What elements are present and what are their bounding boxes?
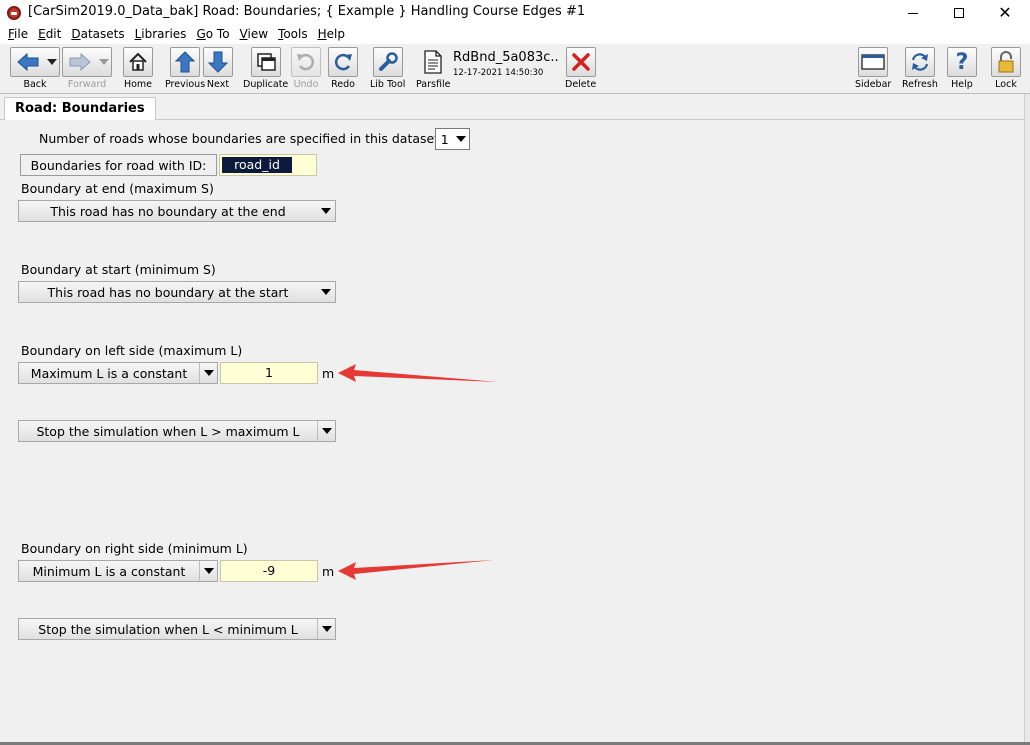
- back-arrow-icon: [11, 52, 45, 72]
- road-id-button[interactable]: Boundaries for road with ID:: [20, 154, 217, 176]
- boundary-left-label: Boundary on left side (maximum L): [21, 343, 243, 358]
- menu-view[interactable]: View: [235, 26, 273, 44]
- max-l-input[interactable]: 1: [220, 362, 318, 384]
- right-mode-select[interactable]: Minimum L is a constant: [18, 560, 218, 582]
- previous-button[interactable]: Previous: [165, 47, 205, 92]
- boundary-right-label: Boundary on right side (minimum L): [21, 541, 248, 556]
- tab-road-boundaries[interactable]: Road: Boundaries: [4, 97, 156, 121]
- maximize-button[interactable]: [936, 0, 982, 26]
- menu-file[interactable]: File: [3, 26, 33, 44]
- max-l-unit: m: [322, 366, 335, 381]
- parsfile-button[interactable]: Parsfile: [416, 47, 450, 92]
- arrow-down-icon: [203, 47, 233, 77]
- duplicate-icon: [250, 47, 281, 77]
- maximize-icon: [954, 8, 964, 18]
- forward-arrow-icon: [63, 52, 97, 72]
- boundary-end-select[interactable]: This road has no boundary at the end: [18, 200, 336, 222]
- boundary-start-label: Boundary at start (minimum S): [21, 262, 216, 277]
- chevron-down-icon: [317, 201, 335, 221]
- chevron-down-icon: [199, 561, 217, 581]
- min-l-input[interactable]: -9: [220, 560, 318, 582]
- carsim-app-icon: [7, 6, 21, 20]
- undo-button[interactable]: Undo: [291, 47, 321, 92]
- padlock-icon: [991, 47, 1021, 77]
- minimize-button[interactable]: [890, 0, 936, 26]
- left-mode-select[interactable]: Maximum L is a constant: [18, 362, 218, 384]
- menu-help[interactable]: Help: [313, 26, 350, 44]
- wrench-icon: [372, 47, 403, 77]
- delete-x-icon: [565, 47, 596, 77]
- right-stop-select[interactable]: Stop the simulation when L < minimum L: [18, 618, 336, 640]
- sidebar-icon: [858, 47, 889, 77]
- next-button[interactable]: Next: [203, 47, 233, 92]
- annotation-arrow-icon: [338, 364, 498, 382]
- lock-button[interactable]: Lock: [991, 47, 1021, 92]
- chevron-down-icon: [199, 363, 217, 383]
- forward-dropdown-icon[interactable]: [97, 59, 111, 65]
- refresh-icon: [904, 47, 935, 77]
- close-icon: ✕: [998, 3, 1012, 22]
- chevron-down-icon: [317, 421, 335, 441]
- back-button[interactable]: Back: [10, 47, 60, 92]
- undo-icon: [291, 47, 321, 77]
- boundary-end-label: Boundary at end (maximum S): [21, 181, 214, 196]
- num-roads-select[interactable]: 1: [435, 128, 470, 150]
- menu-goto[interactable]: Go To: [191, 26, 234, 44]
- menu-libraries[interactable]: Libraries: [130, 26, 192, 44]
- redo-button[interactable]: Redo: [328, 47, 358, 92]
- delete-button[interactable]: Delete: [565, 47, 596, 92]
- help-button[interactable]: ? Help: [947, 47, 977, 92]
- back-dropdown-icon[interactable]: [45, 59, 59, 65]
- parsfile-timestamp: 12-17-2021 14:50:30: [453, 68, 544, 78]
- menu-datasets[interactable]: Datasets: [66, 26, 129, 44]
- refresh-button[interactable]: Refresh: [902, 47, 938, 92]
- close-window-button[interactable]: ✕: [982, 0, 1028, 26]
- toolbar: Back Forward Home Previous Next Duplicat…: [0, 44, 1030, 94]
- sidebar-button[interactable]: Sidebar: [855, 47, 891, 92]
- home-icon: [123, 47, 153, 77]
- min-l-unit: m: [322, 564, 335, 579]
- minimize-icon: [908, 12, 918, 14]
- title-bar: [CarSim2019.0_Data_bak] Road: Boundaries…: [0, 0, 1030, 26]
- parsfile-name: RdBnd_5a083c..: [453, 50, 559, 65]
- chevron-down-icon: [453, 136, 469, 142]
- menu-tools[interactable]: Tools: [273, 26, 313, 44]
- num-roads-label: Number of roads whose boundaries are spe…: [39, 131, 444, 146]
- menu-edit[interactable]: Edit: [33, 26, 66, 44]
- document-icon: [418, 47, 448, 77]
- annotation-arrow-icon: [338, 560, 494, 580]
- tab-strip: Road: Boundaries: [0, 94, 1030, 121]
- home-button[interactable]: Home: [123, 47, 153, 92]
- road-id-field[interactable]: road_id: [219, 154, 317, 176]
- question-mark-icon: ?: [947, 47, 977, 77]
- boundary-start-select[interactable]: This road has no boundary at the start: [18, 281, 336, 303]
- window-title: [CarSim2019.0_Data_bak] Road: Boundaries…: [28, 4, 586, 19]
- left-stop-select[interactable]: Stop the simulation when L > maximum L: [18, 420, 336, 442]
- chevron-down-icon: [317, 282, 335, 302]
- forward-button[interactable]: Forward: [62, 47, 112, 92]
- redo-icon: [328, 47, 358, 77]
- menu-bar: File Edit Datasets Libraries Go To View …: [0, 26, 1030, 44]
- boundaries-panel: Number of roads whose boundaries are spe…: [4, 120, 1022, 742]
- duplicate-button[interactable]: Duplicate: [243, 47, 288, 92]
- lib-tool-button[interactable]: Lib Tool: [370, 47, 405, 92]
- arrow-up-icon: [170, 47, 201, 77]
- chevron-down-icon: [317, 619, 335, 639]
- road-id-selected-text: road_id: [222, 157, 292, 173]
- window-right-edge: [1024, 94, 1030, 745]
